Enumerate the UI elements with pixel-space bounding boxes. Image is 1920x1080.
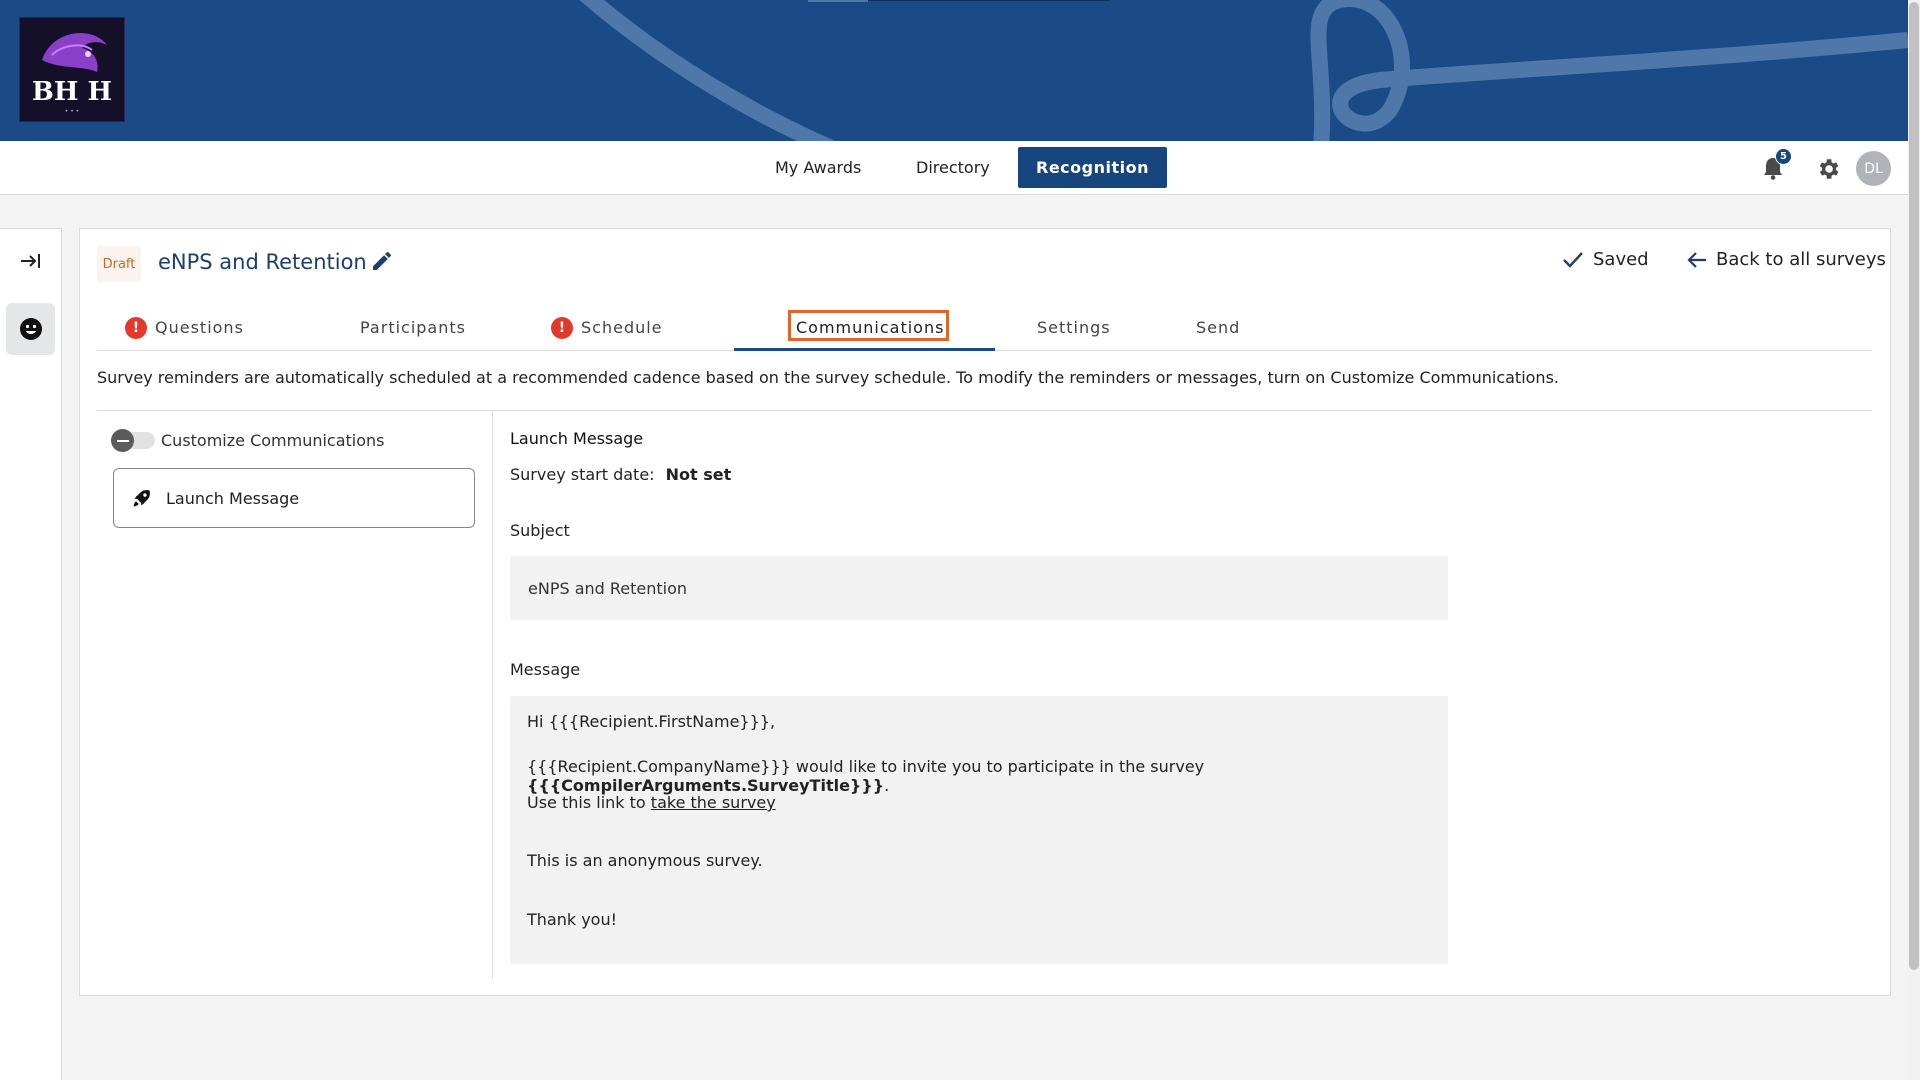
banner-decoration	[579, 0, 1908, 141]
take-survey-link[interactable]: take the survey	[651, 793, 776, 812]
tab-questions[interactable]: ! Questions	[125, 304, 244, 351]
save-status-label: Saved	[1593, 249, 1649, 270]
toggle-knob	[111, 429, 134, 452]
svg-text:BH H: BH H	[32, 77, 112, 107]
arrow-left-icon	[1687, 251, 1706, 268]
nav-recognition[interactable]: Recognition	[1018, 147, 1167, 188]
message-label: Message	[510, 660, 581, 679]
company-logo[interactable]: BH H • • •	[19, 17, 125, 122]
rocket-icon	[133, 490, 150, 507]
message-invite: {{{Recipient.CompanyName}}} would like t…	[527, 757, 1448, 795]
edit-title-button[interactable]	[370, 249, 394, 277]
message-link-line: Use this link to take the survey	[527, 793, 776, 812]
status-badge: Draft	[97, 246, 141, 282]
start-date-label: Survey start date:	[510, 465, 655, 484]
message-list-item[interactable]: Launch Message	[113, 468, 475, 528]
expand-arrow-icon	[20, 254, 40, 268]
tab-label: Questions	[155, 318, 244, 337]
subject-label: Subject	[510, 521, 570, 540]
user-avatar[interactable]: DL	[1856, 151, 1891, 186]
nav-my-awards[interactable]: My Awards	[757, 147, 879, 188]
notification-count-badge: 5	[1775, 148, 1792, 165]
header-banner: BH H • • •	[0, 0, 1908, 141]
toggle-label: Customize Communications	[161, 431, 385, 450]
tab-label: Settings	[1037, 318, 1111, 337]
tab-label: Participants	[360, 318, 466, 337]
tab-label: Schedule	[581, 318, 663, 337]
toggle-track	[111, 429, 155, 452]
start-date-value: Not set	[665, 465, 732, 484]
nav-directory[interactable]: Directory	[898, 147, 1008, 188]
tab-participants[interactable]: Participants	[360, 304, 466, 351]
settings-button[interactable]	[1815, 156, 1841, 182]
notifications-button[interactable]: 5	[1762, 148, 1792, 180]
message-detail-title: Launch Message	[510, 429, 644, 448]
tab-focus-ring	[788, 310, 949, 341]
column-divider	[492, 411, 493, 979]
invite-suffix: .	[884, 776, 890, 795]
svg-text:• • •: • • •	[65, 108, 79, 115]
smiley-icon	[19, 318, 42, 340]
survey-editor-card: Draft eNPS and Retention Saved Back to a…	[79, 228, 1891, 996]
info-text: Survey reminders are automatically sched…	[97, 368, 1559, 387]
survey-title: eNPS and Retention	[158, 250, 367, 274]
link-prefix: Use this link to	[527, 793, 651, 812]
pencil-icon	[373, 252, 391, 270]
error-icon: !	[551, 316, 573, 339]
subject-field: eNPS and Retention	[510, 556, 1448, 620]
error-icon: !	[125, 316, 147, 339]
active-tab-indicator	[734, 348, 995, 351]
page-scrollbar-thumb[interactable]	[1909, 2, 1919, 970]
top-navigation: My Awards Directory Recognition 5 DL	[0, 141, 1908, 195]
message-thanks: Thank you!	[527, 910, 618, 929]
message-body: Hi {{{Recipient.FirstName}}}, {{{Recipie…	[510, 696, 1448, 964]
checkmark-icon	[1563, 251, 1583, 268]
surveys-nav-button[interactable]	[6, 303, 55, 355]
tab-schedule[interactable]: ! Schedule	[551, 304, 663, 351]
gear-icon	[1819, 159, 1839, 179]
save-status: Saved	[1562, 249, 1649, 270]
message-item-label: Launch Message	[166, 488, 300, 508]
expand-sidebar-button[interactable]	[6, 235, 55, 287]
message-anonymous: This is an anonymous survey.	[527, 851, 763, 870]
back-label: Back to all surveys	[1716, 249, 1886, 270]
tab-settings[interactable]: Settings	[1037, 304, 1111, 351]
tab-label: Send	[1196, 318, 1241, 337]
tab-send[interactable]: Send	[1196, 304, 1240, 351]
invite-text: {{{Recipient.CompanyName}}} would like t…	[527, 757, 1205, 776]
customize-communications-toggle[interactable]: Customize Communications	[111, 429, 385, 452]
back-to-surveys-link[interactable]: Back to all surveys	[1687, 249, 1886, 270]
message-greeting: Hi {{{Recipient.FirstName}}},	[527, 712, 776, 731]
survey-tabs: ! Questions Participants ! Schedule Comm…	[97, 304, 1872, 351]
logo-image: BH H • • •	[32, 32, 112, 115]
content-divider	[97, 410, 1872, 411]
left-rail	[0, 228, 62, 1080]
survey-start-date: Survey start date: Not set	[510, 465, 731, 484]
